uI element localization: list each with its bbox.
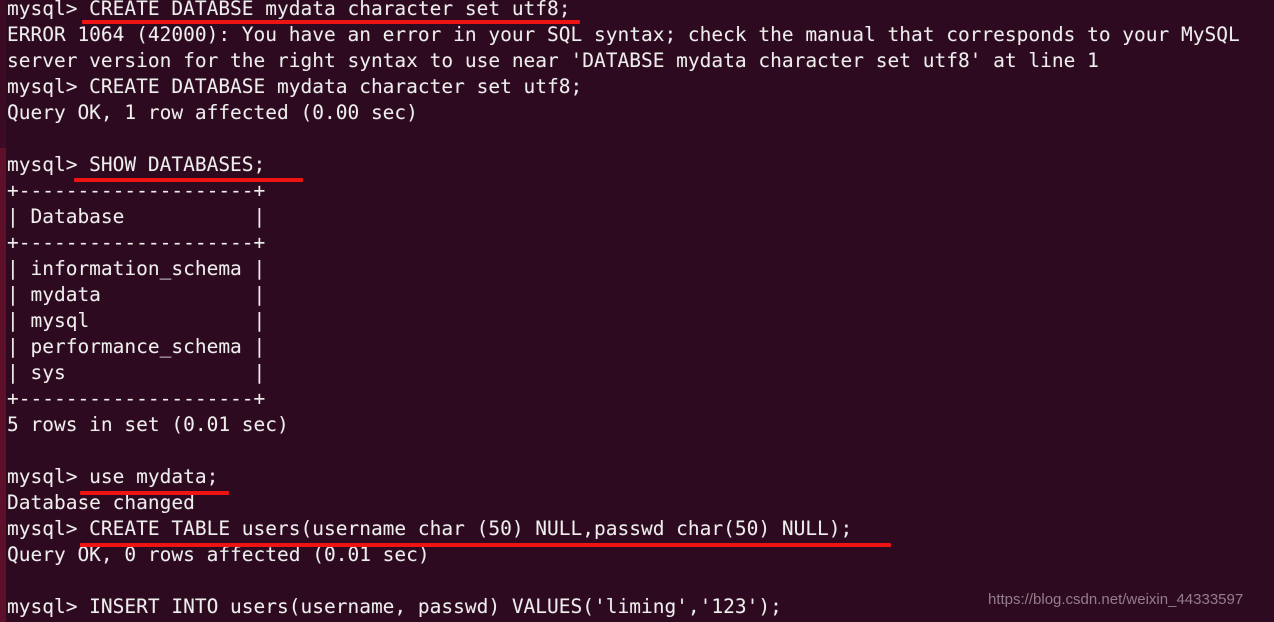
terminal-line: mysql> SHOW DATABASES; bbox=[7, 153, 266, 176]
terminal-window: mysql> CREATE DATABSE mydata character s… bbox=[0, 0, 1274, 622]
terminal-output[interactable]: mysql> CREATE DATABSE mydata character s… bbox=[0, 0, 1274, 622]
terminal-line: mysql> CREATE TABLE users(username char … bbox=[7, 517, 853, 540]
underline-create-databse bbox=[82, 20, 580, 24]
terminal-line: mysql> CREATE DATABSE mydata character s… bbox=[7, 0, 571, 20]
terminal-line: mysql> INSERT INTO users(username, passw… bbox=[7, 595, 782, 618]
terminal-line: | mysql | bbox=[7, 309, 266, 332]
terminal-line: mysql> CREATE DATABASE mydata character … bbox=[7, 75, 583, 98]
underline-create-table bbox=[80, 543, 891, 547]
terminal-line: +--------------------+ bbox=[7, 231, 266, 254]
terminal-line: | information_schema | bbox=[7, 257, 266, 280]
terminal-line: mysql> use mydata; bbox=[7, 465, 219, 488]
terminal-line: ERROR 1064 (42000): You have an error in… bbox=[7, 23, 1240, 46]
terminal-line: | sys | bbox=[7, 361, 266, 384]
underline-show-databases bbox=[74, 178, 303, 182]
terminal-line: Query OK, 1 row affected (0.00 sec) bbox=[7, 101, 418, 124]
watermark-url: https://blog.csdn.net/weixin_44333597 bbox=[988, 591, 1244, 608]
terminal-line: | performance_schema | bbox=[7, 335, 266, 358]
terminal-line: +--------------------+ bbox=[7, 387, 266, 410]
terminal-line: | Database | bbox=[7, 205, 266, 228]
terminal-line: | mydata | bbox=[7, 283, 266, 306]
terminal-line: 5 rows in set (0.01 sec) bbox=[7, 413, 289, 436]
terminal-line: server version for the right syntax to u… bbox=[7, 49, 1099, 72]
underline-use-mydata bbox=[80, 491, 229, 495]
